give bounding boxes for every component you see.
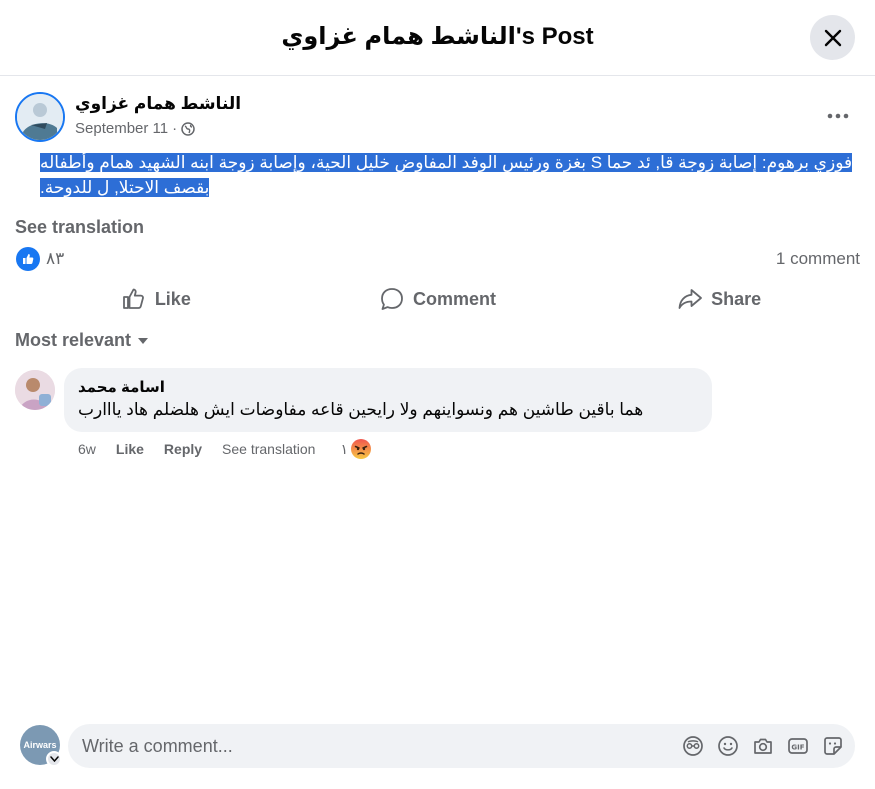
author-avatar[interactable] [15,92,65,142]
comment-like-button[interactable]: Like [116,441,144,457]
comment-time[interactable]: 6w [78,441,96,457]
sort-label: Most relevant [15,330,132,350]
comment-reactions[interactable]: ١ [340,438,372,460]
author-avatar-image [17,94,63,140]
share-label: Share [711,288,762,309]
profile-switch-button[interactable] [46,751,62,767]
gif-icon[interactable]: GIF [786,734,810,758]
comment-actions: 6w Like Reply See translation ١ [78,438,372,460]
caret-down-icon [138,337,149,344]
meta-separator: · [172,120,178,137]
sticker-icon[interactable] [821,734,845,758]
chevron-down-icon [49,756,59,762]
post-options-button[interactable] [820,98,856,134]
angry-reaction-icon [350,439,371,459]
comment-label: Comment [413,288,497,309]
post-text-content: فوزي برهوم: إصابة زوجة قا, ئد حما S بغزة… [40,153,853,197]
current-user-avatar-text: Airwars [23,740,57,750]
commenter-avatar-image [15,370,55,410]
share-button[interactable]: Share [578,277,860,321]
emoji-icon[interactable] [716,734,740,758]
comment-button[interactable]: Comment [297,277,579,321]
comment-text: هما باقين طاشين هم ونسواينهم ولا رايحين … [78,400,644,419]
comment-reaction-count: ١ [340,440,348,457]
close-icon [824,29,841,46]
globe-icon [181,121,195,136]
post-action-bar: Like Comment Share [15,277,860,321]
composer-icons: GIF [681,734,845,758]
comment-icon [381,288,403,310]
reaction-count: ٨٣ [46,249,65,268]
camera-icon[interactable] [751,734,775,758]
author-name[interactable]: الناشط همام غزاوي [75,94,241,114]
comment-reply-button[interactable]: Reply [164,441,202,457]
comment-composer: GIF [68,724,855,768]
reactions-summary[interactable]: ٨٣ [16,247,64,271]
commenter-name[interactable]: اسامة محمد [78,378,165,396]
post-date[interactable]: September 11 [75,120,168,137]
avatar-sticker-icon[interactable] [681,734,705,758]
comment-sort-dropdown[interactable]: Most relevant [15,330,149,351]
thumbs-up-reaction-icon [16,247,40,271]
comment-see-translation[interactable]: See translation [222,441,315,457]
dialog-title: الناشط همام غزاوي's Post [281,23,594,50]
close-button[interactable] [810,15,855,60]
comment-input[interactable] [82,724,662,768]
see-translation-link[interactable]: See translation [15,217,144,238]
like-icon [122,288,144,309]
commenter-avatar[interactable] [15,370,55,410]
post-meta: September 11 · [75,120,195,137]
svg-text:GIF: GIF [791,744,804,752]
like-button[interactable]: Like [15,277,297,321]
comment-count[interactable]: 1 comment [776,249,860,269]
more-horizontal-icon [827,113,849,119]
like-label: Like [154,288,191,309]
share-icon [678,289,703,309]
post-text: فوزي برهوم: إصابة زوجة قا, ئد حما S بغزة… [40,150,861,200]
dialog-header: الناشط همام غزاوي's Post [0,0,875,76]
